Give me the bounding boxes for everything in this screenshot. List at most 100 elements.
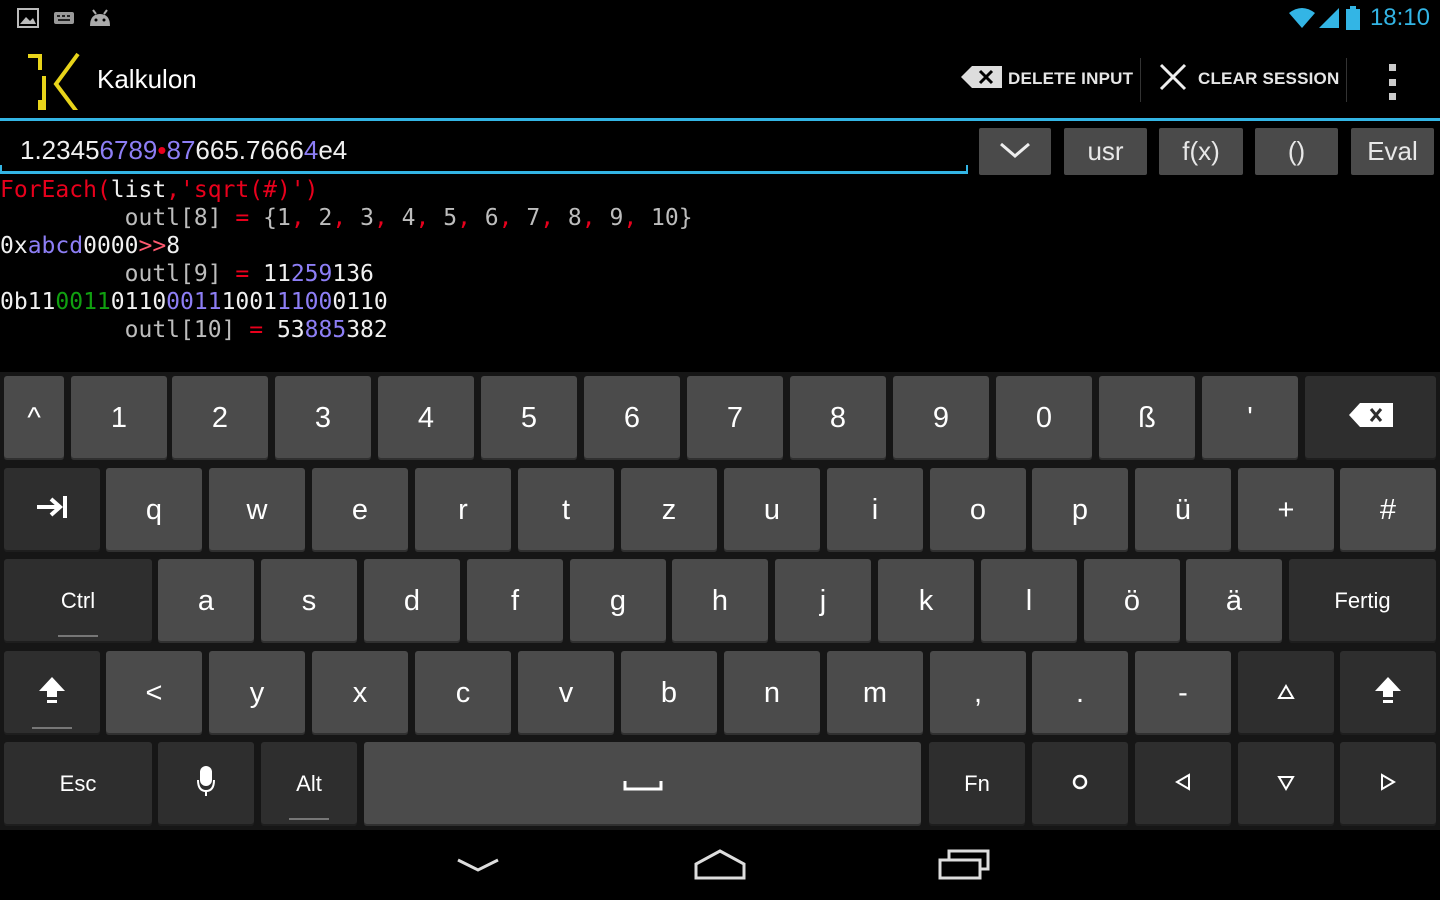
row1-key[interactable]: 5: [481, 376, 577, 460]
space-key[interactable]: [364, 742, 921, 826]
row1-key[interactable]: ß: [1099, 376, 1195, 460]
letter-key[interactable]: m: [827, 651, 923, 735]
console-segment: 0b11: [0, 289, 56, 315]
letter-key[interactable]: e: [312, 468, 408, 552]
shift-icon: [37, 675, 67, 711]
letter-key[interactable]: u: [724, 468, 820, 552]
letter-key[interactable]: l: [981, 559, 1077, 643]
key-label: 9: [932, 401, 950, 434]
backspace-key[interactable]: [1305, 376, 1436, 460]
key-label: ü: [1174, 493, 1192, 526]
expression-input[interactable]: 1.23456789•87665.76664e4: [20, 135, 347, 166]
letter-key[interactable]: t: [518, 468, 614, 552]
console-line: outl[10] = 53885382: [0, 316, 388, 344]
letter-key[interactable]: z: [621, 468, 717, 552]
letter-key[interactable]: d: [364, 559, 460, 643]
recents-icon[interactable]: [934, 844, 994, 884]
delete-input-button[interactable]: DELETE INPUT: [960, 62, 1133, 96]
letter-key[interactable]: n: [724, 651, 820, 735]
letter-key[interactable]: a: [158, 559, 254, 643]
arrow-left-key[interactable]: [1135, 742, 1231, 826]
console-segment: 382: [346, 317, 388, 343]
status-clock: 18:10: [1369, 4, 1430, 31]
letter-key[interactable]: +: [1238, 468, 1334, 552]
letter-key[interactable]: x: [312, 651, 408, 735]
row1-key[interactable]: 8: [790, 376, 886, 460]
tab-key[interactable]: [4, 468, 100, 552]
letter-key[interactable]: .: [1032, 651, 1128, 735]
microphone-key[interactable]: [158, 742, 254, 826]
key-label: s: [301, 584, 317, 617]
backspace-icon: [960, 64, 1004, 95]
letter-key[interactable]: c: [415, 651, 511, 735]
row1-key[interactable]: 4: [378, 376, 474, 460]
letter-key[interactable]: h: [672, 559, 768, 643]
letter-key[interactable]: ö: [1084, 559, 1180, 643]
letter-key[interactable]: -: [1135, 651, 1231, 735]
row1-key[interactable]: 1: [71, 376, 167, 460]
app-logo-icon[interactable]: [24, 46, 86, 118]
letter-key[interactable]: f: [467, 559, 563, 643]
back-icon[interactable]: [448, 844, 508, 884]
arrow-up-key[interactable]: [1238, 651, 1334, 735]
row1-key[interactable]: 6: [584, 376, 680, 460]
letter-key[interactable]: o: [930, 468, 1026, 552]
letter-key[interactable]: j: [775, 559, 871, 643]
esc-key[interactable]: Esc: [4, 742, 152, 826]
arrow-right-key[interactable]: [1340, 742, 1436, 826]
console-segment: ,: [581, 205, 596, 231]
letter-key[interactable]: k: [878, 559, 974, 643]
delete-input-label: DELETE INPUT: [1008, 69, 1134, 88]
history-dropdown-button[interactable]: [979, 128, 1051, 175]
overflow-menu-icon[interactable]: [1380, 64, 1404, 100]
letter-key[interactable]: s: [261, 559, 357, 643]
letter-key[interactable]: b: [621, 651, 717, 735]
letter-key[interactable]: ü: [1135, 468, 1231, 552]
letter-key[interactable]: w: [209, 468, 305, 552]
ctrl-key[interactable]: Ctrl: [4, 559, 152, 643]
letter-key[interactable]: <: [106, 651, 202, 735]
functions-button[interactable]: f(x): [1159, 128, 1243, 175]
row1-key[interactable]: ^: [4, 376, 64, 460]
letter-key[interactable]: ä: [1186, 559, 1282, 643]
keyboard-icon: [52, 8, 76, 28]
row1-key[interactable]: 3: [275, 376, 371, 460]
fn-key[interactable]: Fn: [929, 742, 1025, 826]
letter-key[interactable]: q: [106, 468, 202, 552]
letter-key[interactable]: g: [570, 559, 666, 643]
letter-key[interactable]: r: [415, 468, 511, 552]
key-label: +: [1277, 493, 1295, 526]
console-segment: ,'sqrt(#)'): [166, 177, 319, 203]
key-label: j: [819, 584, 827, 617]
shift-left-key[interactable]: [4, 651, 100, 735]
row1-key[interactable]: 0: [996, 376, 1092, 460]
console-segment: 1001: [221, 289, 277, 315]
key-label: ö: [1123, 584, 1141, 617]
arrow-right-icon: [1380, 771, 1396, 797]
row1-key[interactable]: ': [1202, 376, 1298, 460]
console-segment: ,: [332, 205, 347, 231]
usr-button[interactable]: usr: [1064, 128, 1147, 175]
letter-key[interactable]: y: [209, 651, 305, 735]
row1-key[interactable]: 7: [687, 376, 783, 460]
letter-key[interactable]: #: [1340, 468, 1436, 552]
eval-button[interactable]: Eval: [1351, 128, 1434, 175]
letter-key[interactable]: p: [1032, 468, 1128, 552]
space-icon: [623, 768, 663, 801]
shift-right-key[interactable]: [1340, 651, 1436, 735]
android-icon: [86, 8, 114, 28]
row1-key[interactable]: 2: [172, 376, 268, 460]
arrow-down-key[interactable]: [1238, 742, 1334, 826]
circle-key[interactable]: [1032, 742, 1128, 826]
console-segment: ForEach(: [0, 177, 111, 203]
alt-key[interactable]: Alt: [261, 742, 357, 826]
home-icon[interactable]: [690, 844, 750, 884]
done-key[interactable]: Fertig: [1289, 559, 1436, 643]
parentheses-button[interactable]: (): [1255, 128, 1338, 175]
letter-key[interactable]: i: [827, 468, 923, 552]
wifi-icon: [1288, 8, 1316, 28]
row1-key[interactable]: 9: [893, 376, 989, 460]
letter-key[interactable]: v: [518, 651, 614, 735]
letter-key[interactable]: ,: [930, 651, 1026, 735]
clear-session-button[interactable]: CLEAR SESSION: [1158, 62, 1339, 96]
